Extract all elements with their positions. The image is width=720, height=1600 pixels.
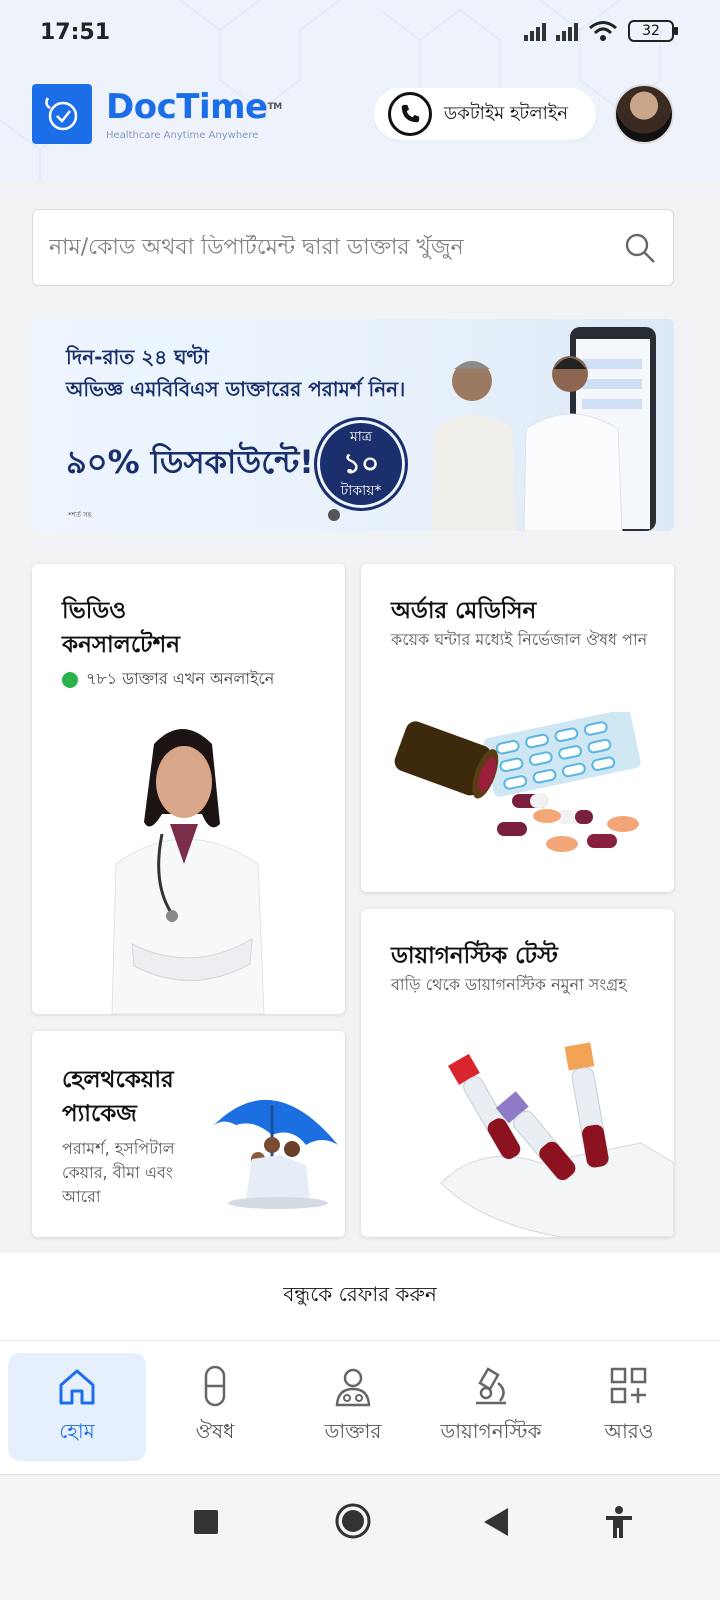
refer-friend-button[interactable]: বন্ধুকে রেফার করুন	[0, 1253, 720, 1341]
doctor-search-input[interactable]	[49, 235, 623, 260]
nav-label-more: আরও	[604, 1418, 654, 1443]
search-icon[interactable]	[623, 231, 657, 265]
diagnostic-card-title: ডায়াগনস্টিক টেস্ট	[391, 943, 558, 969]
pill-icon	[204, 1365, 226, 1406]
recent-apps-icon[interactable]	[194, 1510, 218, 1538]
nav-label-diagnostic: ডায়াগনস্টিক	[440, 1418, 542, 1443]
app-logo: DocTimeTM Healthcare Anytime Anywhere	[32, 84, 282, 144]
video-consultation-card[interactable]: ভিডিও কনসালটেশন ৭৮১ ডাক্তার এখন অনলাইনে	[32, 564, 345, 1014]
brand-tagline: Healthcare Anytime Anywhere	[106, 129, 259, 141]
healthcare-card-subtitle: পরামর্শ, হসপিটাল কেয়ার, বীমা এবং আরো	[62, 1139, 175, 1206]
banner-discount: ৯০% ডিসকাউন্টে!	[66, 443, 314, 481]
microscope-icon	[476, 1366, 506, 1404]
signal-icon-2	[556, 21, 578, 41]
grid-plus-icon	[610, 1367, 647, 1403]
doctor-illustration	[111, 729, 265, 1014]
promo-banner[interactable]: দিন-রাত ২৪ ঘণ্টা অভিজ্ঞ এমবিবিএস ডাক্তার…	[32, 319, 674, 531]
diagnostic-card-subtitle: বাড়ি থেকে ডায়াগনস্টিক নমুনা সংগ্রহ	[391, 975, 627, 994]
medicine-card-title: অর্ডার মেডিসিন	[391, 598, 537, 624]
status-bar: 17:51 32	[0, 0, 720, 70]
medicine-illustration	[394, 712, 641, 852]
brand-name: DocTimeTM	[106, 86, 282, 127]
accessibility-icon[interactable]	[604, 1506, 634, 1542]
order-medicine-card[interactable]: অর্ডার মেডিসিন কয়েক ঘন্টার মধ্যেই নির্ভ…	[361, 564, 674, 892]
healthcare-card-title-2: প্যাকেজ	[62, 1101, 137, 1127]
video-card-title-1: ভিডিও	[62, 598, 127, 624]
healthcare-card-title-1: হেলথকেয়ার	[62, 1067, 174, 1093]
home-system-icon[interactable]	[334, 1502, 372, 1544]
status-time: 17:51	[40, 20, 111, 45]
home-icon	[59, 1369, 95, 1404]
back-icon[interactable]	[484, 1508, 510, 1540]
video-card-title-2: কনসালটেশন	[62, 632, 180, 658]
family-umbrella-illustration	[212, 1099, 338, 1209]
healthcare-package-card[interactable]: হেলথকেয়ার প্যাকেজ পরামর্শ, হসপিটাল কেয়…	[32, 1031, 345, 1237]
carousel-indicator[interactable]	[328, 509, 340, 521]
doctor-search-box[interactable]	[32, 209, 674, 286]
online-count: ৭৮১ ডাক্তার এখন অনলাইনে	[86, 669, 275, 688]
nav-label-medicine: ঔষধ	[195, 1418, 235, 1443]
doctor-icon	[335, 1368, 371, 1406]
signal-icon	[524, 21, 546, 41]
online-status: ৭৮১ ডাক্তার এখন অনলাইনে	[62, 666, 322, 693]
nav-label-doctor: ডাক্তার	[324, 1418, 382, 1443]
medicine-card-subtitle: কয়েক ঘন্টার মধ্যেই নির্ভেজাল ঔষধ পান	[391, 630, 648, 649]
nav-item-more[interactable]: আরও	[560, 1353, 698, 1461]
user-avatar[interactable]	[614, 84, 674, 144]
nav-item-doctor[interactable]: ডাক্তার	[284, 1353, 422, 1461]
hotline-label: ডকটাইম হটলাইন	[444, 102, 568, 124]
battery-icon: 32	[628, 20, 678, 42]
price-badge: মাত্র ১০ টাকায়*	[314, 417, 408, 511]
nav-label-home: হোম	[59, 1418, 95, 1443]
hotline-button[interactable]: ডকটাইম হটলাইন	[374, 88, 596, 140]
wifi-icon	[589, 21, 617, 41]
banner-fine-print: *শর্ত সহ	[68, 511, 92, 519]
nav-item-medicine[interactable]: ঔষধ	[146, 1353, 284, 1461]
blood-test-illustration	[440, 1042, 674, 1237]
nav-item-home[interactable]: হোম	[8, 1353, 146, 1461]
diagnostic-test-card[interactable]: ডায়াগনস্টিক টেস্ট বাড়ি থেকে ডায়াগনস্ট…	[361, 909, 674, 1237]
online-dot-icon	[62, 671, 78, 688]
bottom-navigation: হোম ঔষধ ডাক্তার ডায়াগনস্টিক আরও	[0, 1341, 720, 1475]
logo-mark-icon	[32, 84, 92, 144]
banner-line-2: অভিজ্ঞ এমবিবিএস ডাক্তারের পরামর্শ নিন।	[66, 377, 406, 401]
nav-item-diagnostic[interactable]: ডায়াগনস্টিক	[422, 1353, 560, 1461]
phone-icon	[388, 92, 432, 136]
banner-line-1: দিন-রাত ২৪ ঘণ্টা	[66, 345, 209, 369]
doctor-patient-illustration	[432, 327, 656, 531]
system-navigation-bar	[0, 1476, 720, 1600]
